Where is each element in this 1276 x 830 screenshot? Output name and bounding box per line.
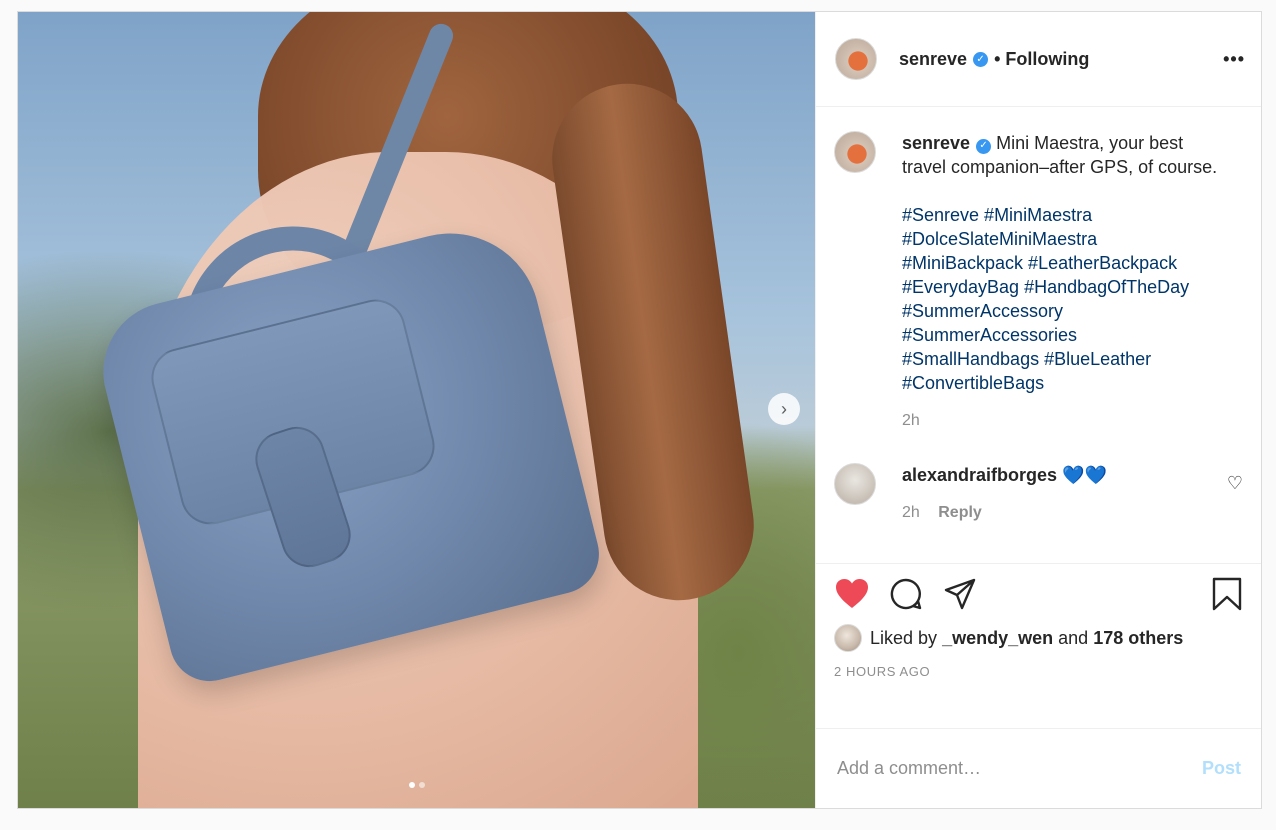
like-button[interactable]	[834, 576, 870, 612]
caption-body: senreve ✓ Mini Maestra, your best travel …	[902, 131, 1222, 433]
hashtag-line[interactable]: #Senreve #MiniMaestra	[902, 203, 1222, 227]
caption-age: 2h	[902, 412, 920, 429]
carousel-indicator	[18, 782, 815, 788]
comment-icon	[890, 578, 922, 610]
commenter-username[interactable]: alexandraifborges	[902, 465, 1057, 485]
post-timestamp[interactable]: 2 HOURS AGO	[834, 664, 1245, 679]
comment-meta: 2h Reply	[902, 501, 1222, 525]
following-status[interactable]: • Following	[994, 49, 1089, 70]
next-image-button[interactable]: ›	[768, 393, 800, 425]
post-details-panel: senreve ✓ • Following ••• senreve ✓ Mini …	[815, 12, 1261, 808]
hashtag-line[interactable]: #DolceSlateMiniMaestra	[902, 227, 1222, 251]
caption-meta: 2h	[902, 409, 1222, 433]
post-comment-button[interactable]: Post	[1202, 758, 1241, 779]
action-icons	[834, 576, 1245, 612]
hashtag-line[interactable]: #SummerAccessories	[902, 323, 1222, 347]
reply-button[interactable]: Reply	[938, 504, 982, 521]
comments-list[interactable]: senreve ✓ Mini Maestra, your best travel …	[816, 107, 1261, 563]
liker-avatar[interactable]	[834, 624, 862, 652]
comment-text: 💙💙	[1062, 465, 1107, 485]
author-avatar[interactable]	[835, 38, 877, 80]
post-header: senreve ✓ • Following •••	[816, 12, 1261, 107]
caption-author-avatar[interactable]	[834, 131, 876, 173]
verified-badge-icon: ✓	[973, 51, 989, 67]
comment-button[interactable]	[888, 576, 924, 612]
add-comment-bar: Post	[816, 728, 1261, 808]
hashtag-line[interactable]: #SummerAccessory	[902, 299, 1222, 323]
hashtags: #Senreve #MiniMaestra #DolceSlateMiniMae…	[902, 203, 1222, 395]
commenter-avatar[interactable]	[834, 463, 876, 505]
bookmark-icon	[1212, 577, 1242, 611]
carousel-dot	[418, 782, 425, 788]
following-label: Following	[1005, 48, 1090, 69]
comment-body: alexandraifborges 💙💙 2h Reply	[902, 463, 1222, 525]
comment-input[interactable]	[837, 758, 1202, 779]
comment-row: alexandraifborges 💙💙 2h Reply ♡	[834, 463, 1243, 525]
comment-like-heart-icon[interactable]: ♡	[1227, 473, 1243, 494]
comment-age: 2h	[902, 504, 920, 521]
carousel-dot-active	[408, 782, 415, 788]
liked-by-prefix: Liked by	[870, 627, 938, 648]
post-card: › senreve ✓ • Following ••• senreve ✓ Min…	[17, 11, 1262, 809]
verified-badge-icon: ✓	[976, 138, 992, 154]
post-actions: Liked by _wendy_wen and 178 others 2 HOU…	[816, 563, 1261, 728]
hashtag-line[interactable]: #SmallHandbags #BlueLeather	[902, 347, 1222, 371]
hashtag-line[interactable]: #EverydayBag #HandbagOfTheDay	[902, 275, 1222, 299]
comment-row-partial	[834, 561, 1243, 563]
liked-by-text: Liked by _wendy_wen and 178 others	[870, 628, 1183, 649]
post-media[interactable]: ›	[18, 12, 815, 808]
liked-by-and: and	[1058, 627, 1089, 648]
author-username[interactable]: senreve	[899, 49, 967, 70]
save-button[interactable]	[1209, 576, 1245, 612]
likes-count[interactable]: 178 others	[1093, 628, 1183, 648]
liked-by: Liked by _wendy_wen and 178 others	[834, 624, 1245, 652]
chevron-right-icon: ›	[781, 398, 787, 419]
share-icon	[944, 578, 976, 610]
caption-row: senreve ✓ Mini Maestra, your best travel …	[834, 131, 1243, 433]
more-options-icon[interactable]: •••	[1223, 49, 1245, 70]
liker-username[interactable]: _wendy_wen	[942, 628, 1053, 648]
hashtag-line[interactable]: #MiniBackpack #LeatherBackpack	[902, 251, 1222, 275]
hashtag-line[interactable]: #ConvertibleBags	[902, 371, 1222, 395]
heart-icon	[836, 579, 868, 608]
caption-username[interactable]: senreve	[902, 133, 970, 153]
share-button[interactable]	[942, 576, 978, 612]
